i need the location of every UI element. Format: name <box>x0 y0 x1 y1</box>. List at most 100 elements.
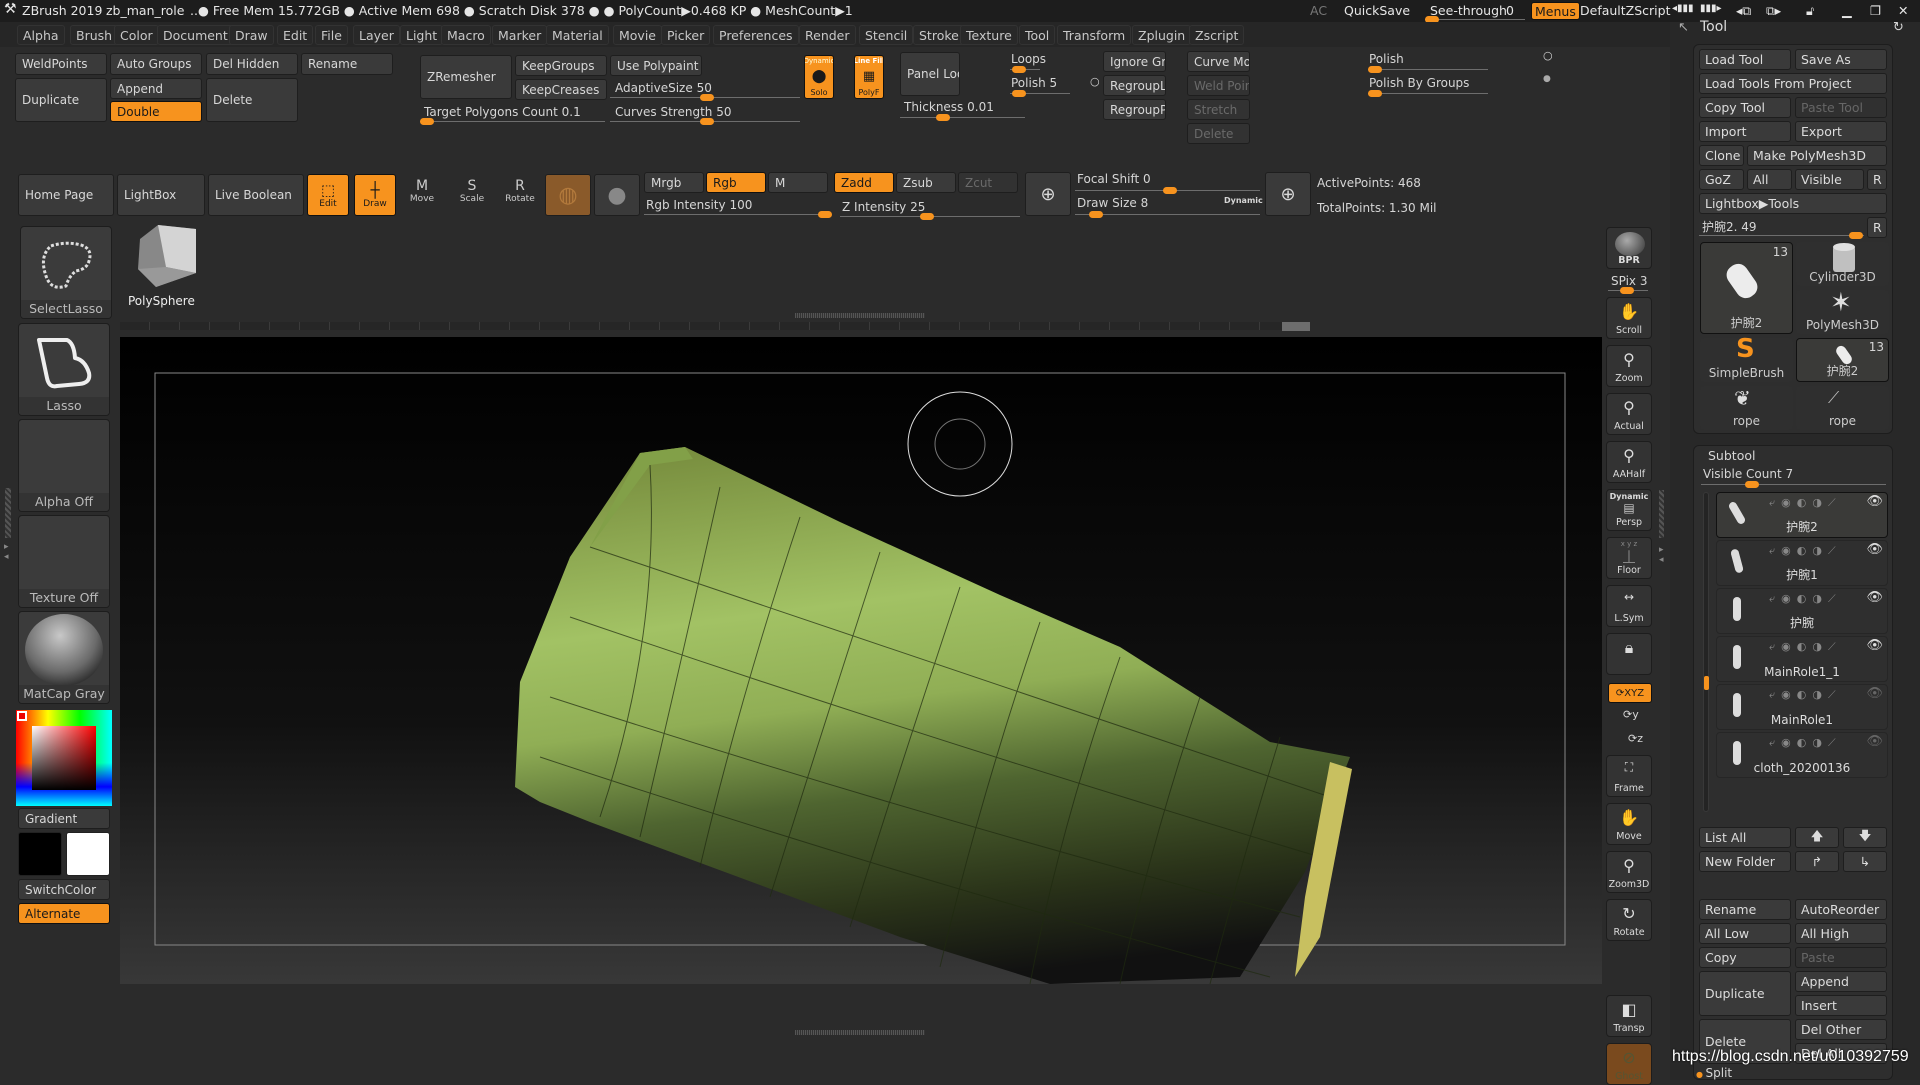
rename-button[interactable]: Rename <box>301 53 393 75</box>
edit-button[interactable]: ⬚ Edit <box>307 174 349 216</box>
tool-thumb-4[interactable]: 13 护腕2 <box>1796 338 1889 382</box>
menu-light[interactable]: Light <box>400 25 444 45</box>
current-tool-r-button[interactable]: R <box>1867 217 1887 238</box>
copy-subtool-button[interactable]: Copy <box>1699 947 1791 968</box>
subtool-row[interactable]: ⤶◉◐◑⟋ 👁︎ MainRole1 <box>1716 684 1888 730</box>
autoreorder-button[interactable]: AutoReorder <box>1795 899 1887 920</box>
visible-count-knob[interactable] <box>1745 481 1759 488</box>
tool-thumb-2[interactable]: ✶ PolyMesh3D <box>1796 288 1889 334</box>
save-as-button[interactable]: Save As <box>1795 49 1887 70</box>
import-button[interactable]: Import <box>1699 121 1791 142</box>
subtool-row[interactable]: ⤶◉◐◑⟋ 👁︎ 护腕1 <box>1716 540 1888 586</box>
polishbygroups-knob[interactable] <box>1368 90 1382 97</box>
timeline-marker[interactable] <box>1282 322 1310 331</box>
zcut-button[interactable]: Zcut <box>958 172 1018 193</box>
zoom-button[interactable]: ⚲ Zoom <box>1606 345 1652 387</box>
polish2-toggle-icon[interactable]: ○ <box>1543 49 1553 62</box>
panelloops-button[interactable]: Panel Loops <box>900 52 960 96</box>
right-tray-toggle-icon[interactable]: ▸ ◂ <box>1659 545 1664 565</box>
zsub-button[interactable]: Zsub <box>896 172 956 193</box>
eye-icon[interactable]: 👁︎ <box>1866 542 1883 557</box>
scroll-right-icon[interactable]: ▮▮▮▸ <box>1700 3 1722 14</box>
target-polygons-knob[interactable] <box>420 118 434 125</box>
menu-document[interactable]: Document <box>157 25 234 45</box>
visible-count-slider[interactable] <box>1701 481 1886 488</box>
paste-subtool-button[interactable]: Paste <box>1795 947 1887 968</box>
polyf-button[interactable]: Line Fill ▦ PolyF <box>854 55 884 99</box>
timeline-strip[interactable] <box>120 322 1310 330</box>
layout-next-icon[interactable]: ⧉▸ <box>1766 3 1781 19</box>
load-tools-from-project-button[interactable]: Load Tools From Project <box>1699 73 1887 94</box>
move-down-button[interactable]: 🡇 <box>1843 827 1887 848</box>
zoom3d-button[interactable]: ⚲ Zoom3D <box>1606 851 1652 893</box>
folder-out-button[interactable]: ↳ <box>1843 851 1887 872</box>
eye-icon[interactable]: 👁︎ <box>1866 734 1883 749</box>
tool-refresh-icon[interactable]: ↻ <box>1893 20 1904 35</box>
subtool-toggle-icons[interactable]: ⤶◉◐◑⟋ <box>1769 592 1842 606</box>
thickness-slider[interactable] <box>900 114 1025 121</box>
z-rotate-icon[interactable]: ⟳z <box>1628 732 1643 745</box>
left-tray-handle[interactable] <box>5 488 11 538</box>
z-intensity-knob[interactable] <box>920 213 934 220</box>
menu-marker[interactable]: Marker <box>492 25 548 45</box>
curves-strength-slider[interactable] <box>610 118 800 125</box>
weldpoints-button[interactable]: WeldPoints <box>15 53 107 75</box>
tool-thumb-3[interactable]: S SimpleBrush <box>1700 334 1793 382</box>
regrouppanels-button[interactable]: RegroupPanels <box>1103 99 1166 120</box>
append-subtool-button[interactable]: Append <box>1795 971 1887 992</box>
persp-button[interactable]: Dynamic ▤ Persp <box>1606 489 1652 531</box>
bottom-tray-handle[interactable] <box>795 1030 925 1035</box>
delete-curve-button[interactable]: Delete <box>1187 123 1250 144</box>
menu-tool[interactable]: Tool <box>1019 25 1056 45</box>
transp-button[interactable]: ◧ Transp <box>1606 995 1652 1037</box>
menu-file[interactable]: File <box>315 25 348 45</box>
aahalf-button[interactable]: ⚲ AAHalf <box>1606 441 1652 483</box>
lightbox-tools-button[interactable]: Lightbox▶Tools <box>1699 193 1887 214</box>
rotate-button[interactable]: R Rotate <box>500 178 540 216</box>
polishbygroups-slider[interactable] <box>1368 90 1488 97</box>
load-tool-button[interactable]: Load Tool <box>1699 49 1791 70</box>
eye-icon[interactable]: 👁︎ <box>1866 590 1883 605</box>
move3d-button[interactable]: ✋ Move <box>1606 803 1652 845</box>
restore-icon[interactable]: ❐ <box>1870 3 1881 18</box>
menu-stroke[interactable]: Stroke <box>913 25 965 45</box>
subtool-toggle-icons[interactable]: ⤶◉◐◑⟋ <box>1769 640 1842 654</box>
camera-lock-button[interactable]: 🔒︎ <box>1606 633 1652 675</box>
menu-brush[interactable]: Brush <box>70 25 119 45</box>
close-icon[interactable]: ✕ <box>1898 3 1908 18</box>
append-button[interactable]: Append <box>110 78 202 99</box>
lasso-brush[interactable]: Lasso <box>18 323 110 416</box>
texture-slot[interactable]: Texture Off <box>18 515 110 608</box>
lightbox-button[interactable]: LightBox <box>117 174 205 216</box>
menu-transform[interactable]: Transform <box>1057 25 1132 45</box>
bpr-button[interactable]: BPR <box>1606 227 1652 269</box>
gradient-button[interactable]: Gradient <box>18 808 110 829</box>
main-color-white[interactable] <box>66 832 110 876</box>
menu-color[interactable]: Color <box>114 25 159 45</box>
menu-picker[interactable]: Picker <box>661 25 711 45</box>
material-slot[interactable]: MatCap Gray <box>18 611 110 704</box>
goz-r-button[interactable]: R <box>1867 169 1887 190</box>
ignoregroups-button[interactable]: Ignore Groups <box>1103 51 1166 72</box>
menu-preferences[interactable]: Preferences <box>713 25 799 45</box>
subtool-row[interactable]: ⤶◉◐◑⟋ 👁︎ cloth_20200136 <box>1716 732 1888 778</box>
move-button[interactable]: M Move <box>402 178 442 216</box>
tool-panel-title[interactable]: Tool <box>1700 19 1727 35</box>
polish-knob[interactable] <box>1012 90 1026 97</box>
top-tray-handle[interactable] <box>795 313 925 318</box>
eye-icon[interactable]: 👁︎ <box>1866 686 1883 701</box>
floor-button[interactable]: x y z ⏊ Floor <box>1606 537 1652 579</box>
copy-tool-button[interactable]: Copy Tool <box>1699 97 1791 118</box>
polish-toggle-icon[interactable]: ○ <box>1090 75 1100 88</box>
lsym-button[interactable]: ↔ L.Sym <box>1606 585 1652 627</box>
eye-icon[interactable]: 👁︎ <box>1866 494 1883 509</box>
subtool-toggle-icons[interactable]: ⤶◉◐◑⟋ <box>1769 496 1842 510</box>
color-picker[interactable] <box>16 710 112 806</box>
list-all-button[interactable]: List All <box>1699 827 1791 848</box>
homepage-button[interactable]: Home Page <box>18 174 114 216</box>
curves-strength-knob[interactable] <box>700 118 714 125</box>
actual-button[interactable]: ⚲ Actual <box>1606 393 1652 435</box>
focal-shift-knob[interactable] <box>1163 187 1177 194</box>
weldpoints-disabled-button[interactable]: Weld Points <box>1187 75 1250 96</box>
switchcolor-button[interactable]: SwitchColor <box>18 879 110 900</box>
